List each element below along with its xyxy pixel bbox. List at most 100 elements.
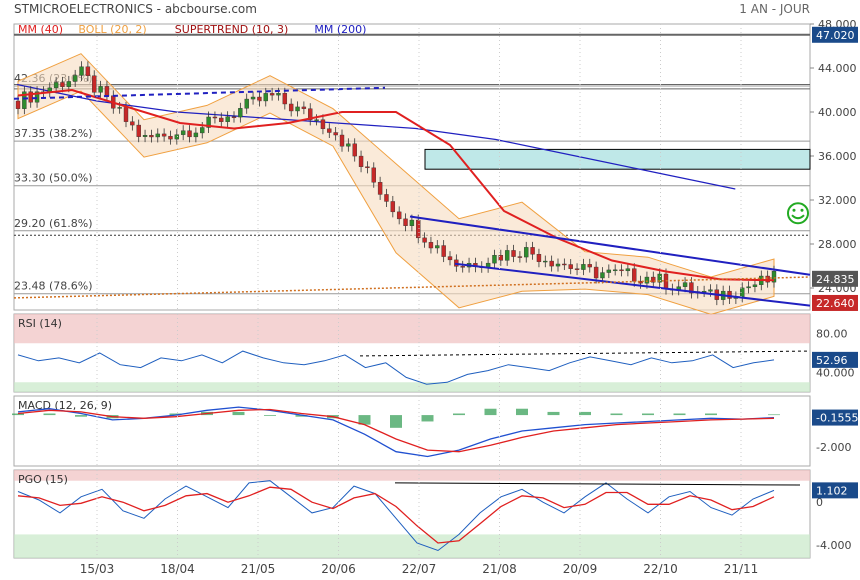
candle-body (752, 284, 758, 287)
rsi-tick-label: 80.00 (816, 328, 848, 341)
candle-body (193, 132, 199, 138)
macd-histogram-bar (516, 408, 528, 416)
candle-body (409, 219, 415, 226)
candle-body (346, 143, 351, 147)
candle-body (612, 269, 618, 272)
y-tick-label: 28.000 (818, 238, 857, 251)
macd-panel (13, 395, 811, 467)
x-tick-label: 21/08 (482, 562, 517, 576)
rsi-tick-label: 40.000 (816, 367, 855, 380)
candle-body (416, 219, 421, 239)
candle-body (517, 256, 523, 258)
macd-histogram-bar (12, 413, 24, 416)
macd-histogram-bar (768, 414, 780, 416)
candle-body (555, 263, 561, 267)
macd-histogram-bar (705, 413, 717, 416)
candle-body (123, 107, 129, 122)
candle-body (765, 275, 770, 283)
candle-body (632, 268, 637, 282)
candle-body (543, 260, 548, 263)
x-tick-label: 22/07 (402, 562, 437, 576)
candle-body (606, 269, 612, 273)
fibonacci-label: 33.30 (50.0%) (14, 172, 93, 185)
candle-body (161, 133, 167, 137)
candle-body (377, 182, 383, 195)
candle-body (333, 132, 338, 136)
candle-body (511, 250, 516, 257)
pgo-title: PGO (15) (18, 473, 68, 486)
candle-body (587, 264, 592, 268)
stop-level-tag: 22.640 (816, 297, 855, 310)
macd-histogram-bar (642, 413, 654, 416)
candle-body (72, 75, 78, 82)
candle-body (104, 86, 110, 97)
top-level-tag: 47.020 (816, 29, 855, 42)
candle-body (524, 247, 529, 258)
rsi-value-tag: 52.96 (816, 354, 848, 367)
x-tick-label: 20/09 (563, 562, 598, 576)
x-tick-label: 20/06 (321, 562, 356, 576)
legend-item: MM (40) (18, 23, 63, 36)
pgo-tick-label: -4.000 (816, 539, 851, 552)
macd-histogram-bar (232, 411, 245, 416)
candle-body (79, 66, 84, 76)
fibonacci-label: 37.35 (38.2%) (14, 127, 93, 140)
candle-body (187, 130, 192, 138)
candle-body (66, 81, 72, 87)
macd-histogram-bar (579, 411, 591, 416)
legend-item: BOLL (20, 2) (78, 23, 146, 36)
candle-body (619, 269, 624, 272)
x-tick-label: 21/11 (724, 562, 759, 576)
candle-body (60, 82, 65, 87)
candle-body (358, 155, 364, 167)
candle-body (149, 135, 154, 138)
candle-body (365, 166, 370, 169)
pgo-value-tag: 1.102 (816, 484, 848, 497)
macd-histogram-bar (547, 411, 560, 416)
y-tick-label: 40.000 (818, 106, 857, 119)
candle-body (295, 106, 300, 112)
x-tick-label: 15/03 (80, 562, 115, 576)
fibonacci-label: 29.20 (61.8%) (14, 217, 93, 230)
candle-body (231, 116, 237, 118)
candle-body (536, 254, 542, 262)
macd-histogram-bar (484, 408, 497, 416)
candle-body (238, 108, 243, 118)
rsi-oversold-zone (14, 382, 810, 392)
candle-body (746, 286, 751, 289)
candle-body (174, 134, 180, 140)
candle-body (92, 75, 97, 93)
fibonacci-label: 23.48 (78.6%) (14, 280, 93, 293)
candle-body (562, 263, 567, 266)
candle-body (244, 98, 249, 109)
candle-body (180, 130, 186, 135)
last-price-tag: 24.835 (816, 273, 855, 286)
candle-body (504, 250, 510, 261)
candle-body (384, 194, 389, 202)
candle-body (593, 266, 599, 279)
candle-body (225, 116, 230, 122)
chart-title: STMICROELECTRONICS - abcbourse.com (14, 2, 257, 16)
candle-body (168, 135, 173, 140)
candle-body (435, 245, 440, 249)
candle-body (200, 127, 205, 134)
macd-histogram-bar (390, 415, 402, 428)
pgo-oversold-zone (14, 534, 810, 558)
candle-body (644, 276, 650, 284)
candle-body (142, 135, 148, 137)
candle-body (574, 268, 580, 270)
candle-body (288, 103, 294, 112)
y-tick-label: 32.000 (818, 194, 857, 207)
candle-body (282, 93, 288, 105)
candle-body (136, 124, 141, 137)
candle-body (447, 256, 453, 261)
candle-body (53, 82, 59, 89)
macd-histogram-bar (75, 415, 87, 417)
macd-tick-label: -2.000 (816, 441, 851, 454)
candle-body (492, 255, 497, 264)
macd-histogram-bar (421, 415, 434, 422)
x-tick-label: 18/04 (160, 562, 195, 576)
rsi-title: RSI (14) (18, 317, 62, 330)
candle-body (155, 133, 160, 138)
candle-body (276, 93, 281, 96)
